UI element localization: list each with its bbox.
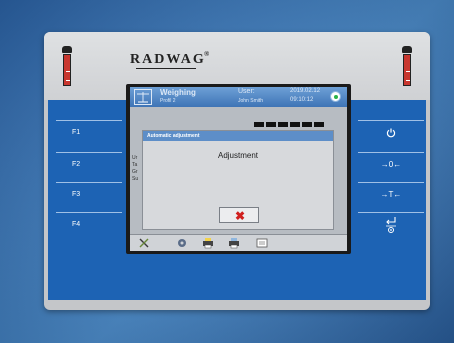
close-icon: ✖ <box>235 209 246 223</box>
f3-key[interactable]: F3 <box>56 182 122 206</box>
adjustment-dialog: Automatic adjustment Adjustment ✖ <box>142 130 334 230</box>
weight-display-segments <box>254 122 326 130</box>
screen-toolbar <box>130 234 347 251</box>
screen-header: Weighing Profil 2 User: John Smith 2019.… <box>130 87 347 107</box>
tools-icon[interactable] <box>138 237 150 249</box>
zero-button[interactable]: →0← <box>358 152 424 176</box>
f2-key[interactable]: F2 <box>56 152 122 176</box>
brand-logo: RADWAG ® <box>130 50 212 69</box>
level-indicator-right-icon <box>402 46 412 88</box>
database-icon[interactable] <box>228 237 240 249</box>
settings-icon[interactable] <box>176 237 188 249</box>
date-display: 2019.02.12 <box>290 88 321 94</box>
tare-button[interactable]: →T← <box>358 182 424 206</box>
enter-icon <box>386 216 396 233</box>
weighing-mode-icon[interactable] <box>134 89 152 105</box>
profile-name: Profil 2 <box>160 98 176 104</box>
dialog-title: Automatic adjustment <box>143 131 333 141</box>
power-button[interactable] <box>358 120 424 144</box>
status-indicator-icon <box>330 91 341 102</box>
printer-icon[interactable] <box>202 237 214 249</box>
level-indicator-left-icon <box>62 46 72 88</box>
enter-button[interactable] <box>358 212 424 236</box>
cancel-button[interactable]: ✖ <box>219 207 259 223</box>
background-info-labels: Ur Ta Gr Su <box>132 155 139 182</box>
report-icon[interactable] <box>256 237 268 249</box>
f4-key[interactable]: F4 <box>56 212 122 236</box>
user-label: User: <box>238 88 255 95</box>
dialog-message: Adjustment <box>217 151 259 160</box>
mode-title: Weighing <box>160 88 196 97</box>
user-name: John Smith <box>238 98 264 104</box>
display-screen: Weighing Profil 2 User: John Smith 2019.… <box>130 87 347 251</box>
time-display: 09:10:12 <box>290 97 314 103</box>
power-icon <box>386 128 396 138</box>
f1-key[interactable]: F1 <box>56 120 122 144</box>
